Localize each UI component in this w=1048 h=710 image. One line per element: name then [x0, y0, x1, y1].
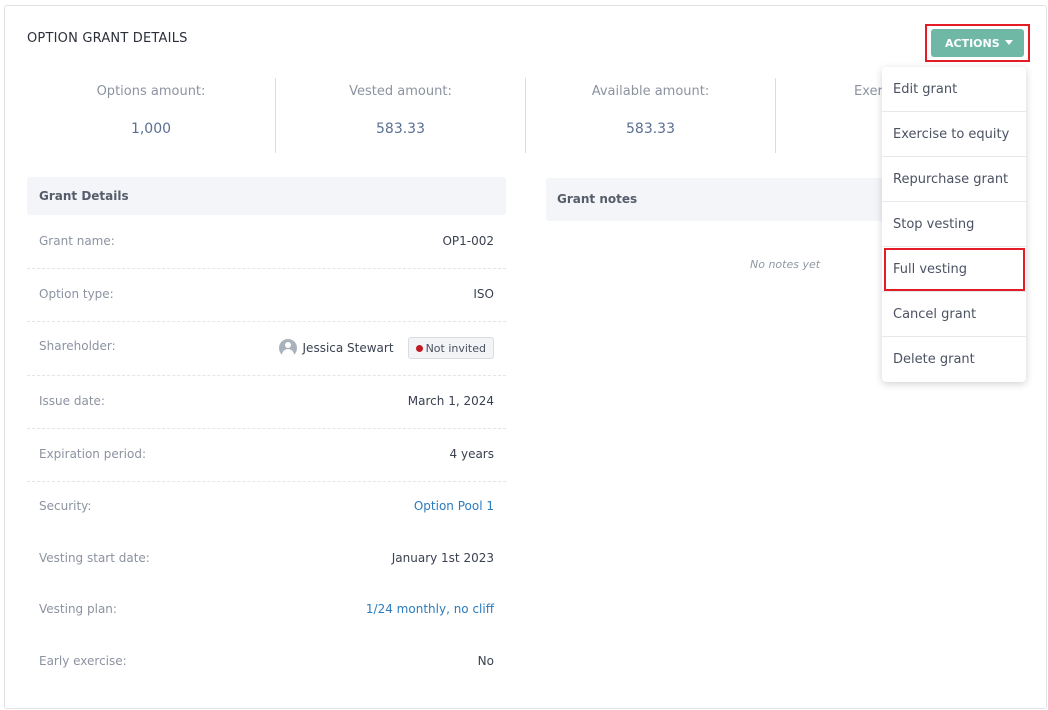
detail-row-vesting-start-date: Vesting start date: January 1st 2023 [27, 534, 506, 587]
security-link[interactable]: Option Pool 1 [414, 499, 494, 513]
detail-row-option-type: Option type: ISO [27, 269, 506, 322]
actions-button[interactable]: ACTIONS [931, 29, 1024, 57]
row-value: OP1-002 [442, 234, 494, 248]
stat-label: Available amount: [591, 84, 710, 99]
actions-button-label: ACTIONS [945, 36, 1000, 50]
menu-item-delete-grant[interactable]: Delete grant [882, 337, 1026, 382]
grant-notes-title: Grant notes [557, 192, 638, 206]
stat-label: Exer [854, 84, 883, 99]
actions-dropdown-menu: Edit grant Exercise to equity Repurchase… [882, 67, 1026, 382]
detail-row-early-exercise: Early exercise: No [27, 637, 506, 690]
stat-available-amount: Available amount: 583.33 [525, 78, 775, 153]
detail-row-issue-date: Issue date: March 1, 2024 [27, 376, 506, 429]
grant-notes-header: Grant notes [546, 178, 886, 221]
row-label: Security: [39, 499, 92, 513]
shareholder-name[interactable]: Jessica Stewart [303, 341, 394, 355]
detail-row-shareholder: Shareholder: Jessica Stewart Not invited [27, 322, 506, 376]
detail-row-security: Security: Option Pool 1 [27, 482, 506, 535]
row-value: March 1, 2024 [407, 394, 494, 408]
menu-item-exercise-to-equity[interactable]: Exercise to equity [882, 112, 1026, 157]
row-value: ISO [473, 287, 494, 301]
page-title: OPTION GRANT DETAILS [27, 31, 188, 46]
row-value: No [477, 654, 494, 668]
menu-item-edit-grant[interactable]: Edit grant [882, 67, 1026, 112]
menu-item-stop-vesting[interactable]: Stop vesting [882, 202, 1026, 247]
row-value: January 1st 2023 [391, 551, 494, 565]
row-label: Vesting start date: [39, 551, 150, 565]
stat-vested-amount: Vested amount: 583.33 [275, 78, 525, 153]
row-label: Vesting plan: [39, 602, 117, 616]
stat-exercised-amount: Exer 5 [775, 78, 890, 153]
row-label: Option type: [39, 287, 114, 301]
row-label: Early exercise: [39, 654, 127, 668]
stat-value: 583.33 [626, 121, 675, 137]
detail-row-expiration-period: Expiration period: 4 years [27, 429, 506, 482]
shareholder-value: Jessica Stewart Not invited [278, 337, 494, 359]
row-label: Grant name: [39, 234, 115, 248]
user-avatar-icon [278, 339, 297, 357]
status-dot-icon [415, 344, 423, 352]
row-label: Expiration period: [39, 447, 146, 461]
row-label: Issue date: [39, 394, 105, 408]
stat-options-amount: Options amount: 1,000 [26, 78, 276, 153]
detail-row-grant-name: Grant name: OP1-002 [27, 216, 506, 269]
detail-row-vesting-plan: Vesting plan: 1/24 monthly, no cliff [27, 585, 506, 638]
grant-notes-empty: No notes yet [750, 258, 821, 271]
menu-item-full-vesting[interactable]: Full vesting [882, 247, 1026, 292]
menu-item-cancel-grant[interactable]: Cancel grant [882, 292, 1026, 337]
row-label: Shareholder: [39, 339, 116, 353]
grant-details-header: Grant Details [27, 177, 506, 215]
stat-value: 1,000 [130, 121, 172, 137]
stat-label: Vested amount: [349, 84, 452, 99]
grant-details-title: Grant Details [39, 189, 129, 203]
caret-down-icon [1005, 40, 1013, 45]
stat-label: Options amount: [96, 84, 206, 99]
vesting-plan-link[interactable]: 1/24 monthly, no cliff [366, 602, 494, 616]
status-badge: Not invited [407, 337, 494, 359]
status-badge-label: Not invited [425, 341, 486, 355]
stat-value: 583.33 [376, 121, 425, 137]
row-value: 4 years [449, 447, 494, 461]
menu-item-repurchase-grant[interactable]: Repurchase grant [882, 157, 1026, 202]
